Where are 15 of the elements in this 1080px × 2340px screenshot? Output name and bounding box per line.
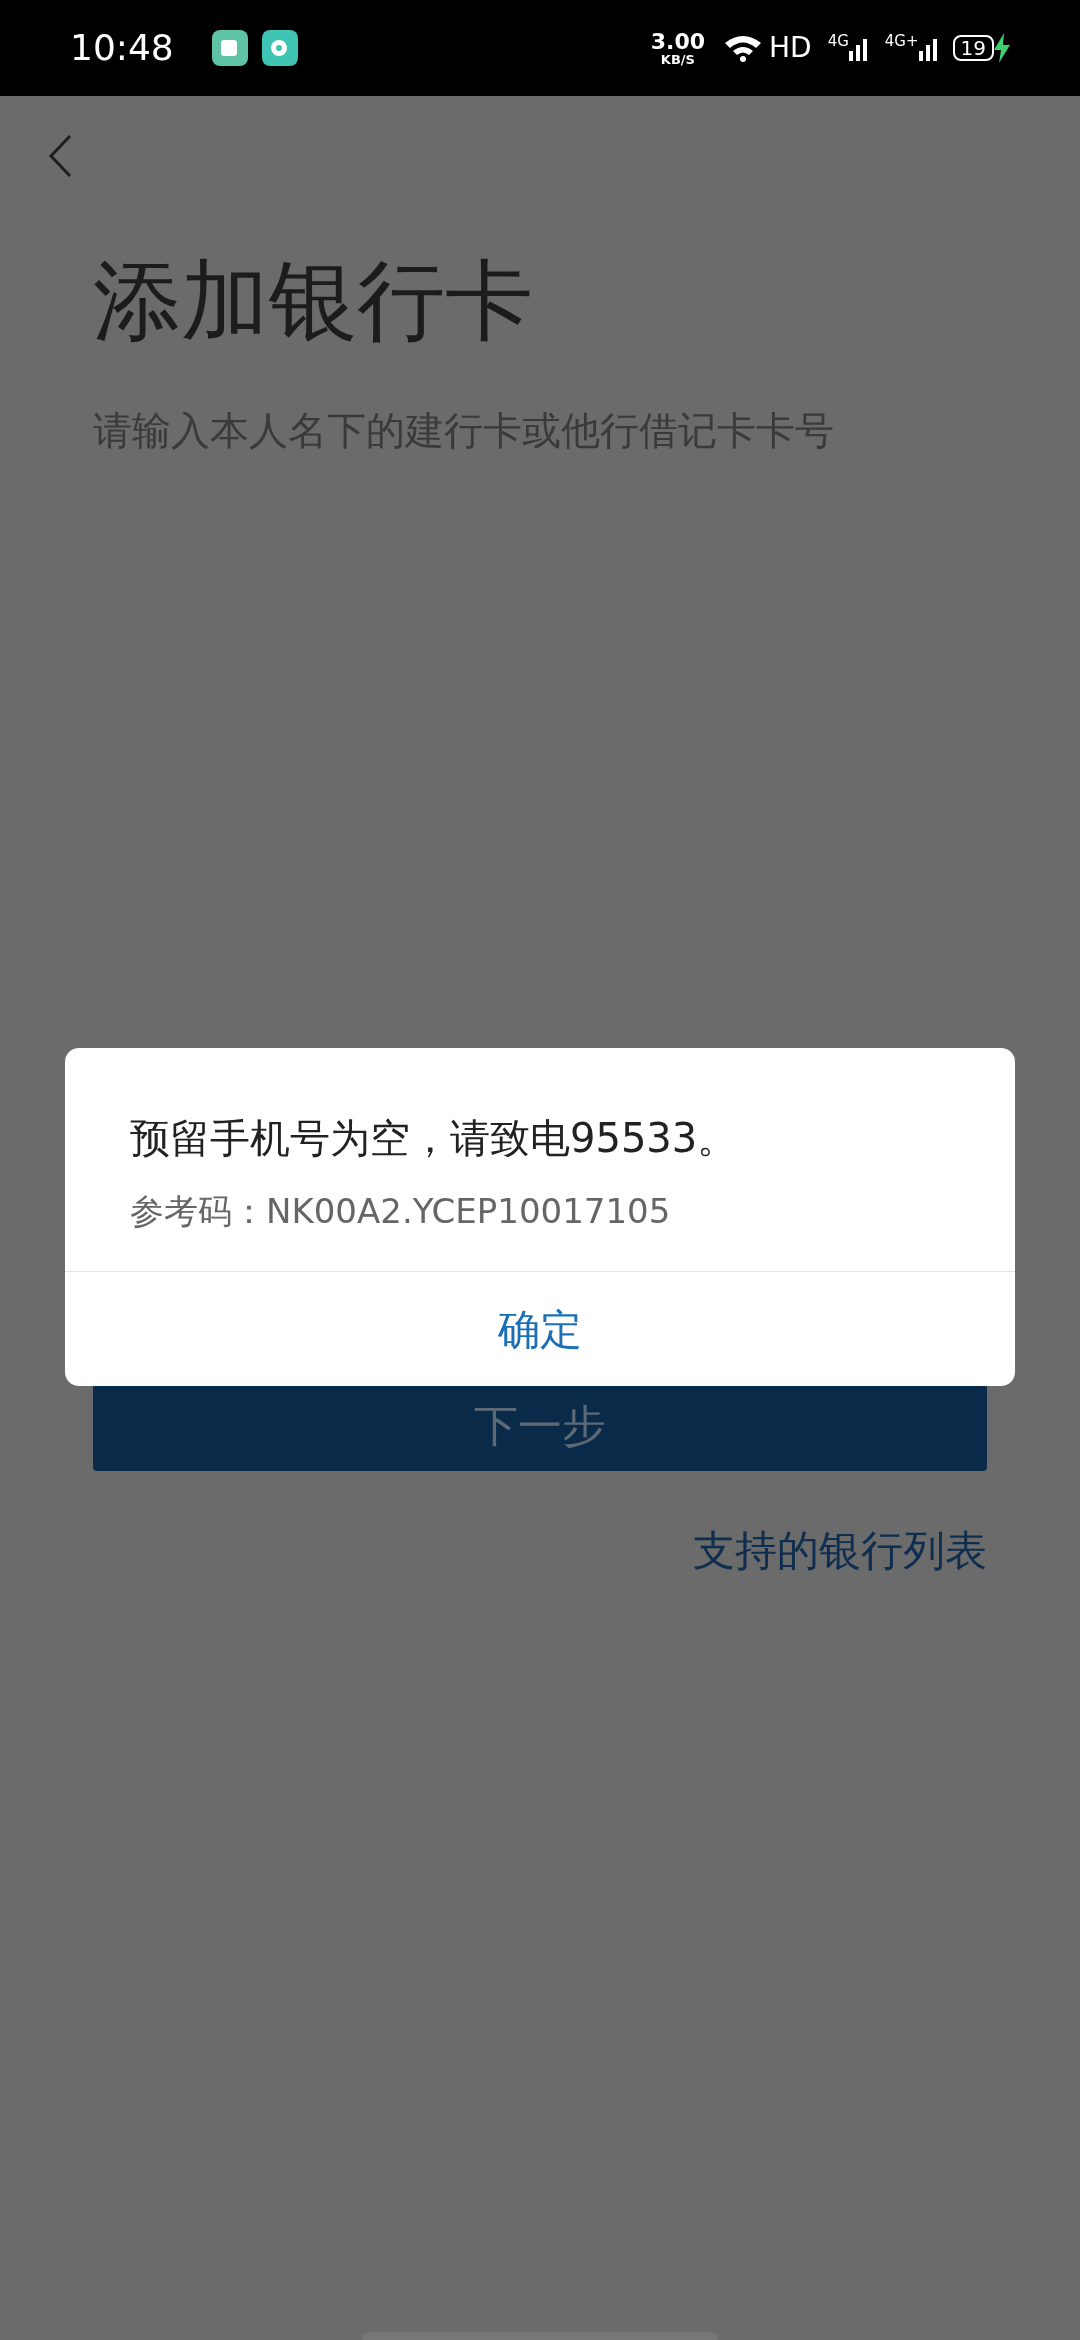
network-speed-value: 3.00 — [650, 30, 705, 53]
network-type-label: 4G+ — [884, 31, 919, 52]
wifi-icon — [723, 33, 763, 63]
supported-banks-link[interactable]: 支持的银行列表 — [693, 1518, 987, 1582]
app-notification-icon — [211, 30, 248, 66]
dialog-message: 预留手机号为空，请致电95533。 — [130, 1114, 739, 1163]
network-speed-unit: KB/S — [660, 52, 695, 66]
hd-label: HD — [769, 30, 812, 66]
network-type-label: 4G — [827, 31, 849, 52]
page-title: 添加银行卡 — [93, 248, 534, 354]
back-icon[interactable] — [48, 134, 72, 178]
clock-time: 10:48 — [70, 26, 174, 70]
app-notification-icon — [261, 30, 298, 66]
battery-level: 19 — [952, 35, 994, 61]
dialog-reference-code: 参考码：NK00A2.YCEP10017105 — [130, 1190, 672, 1233]
